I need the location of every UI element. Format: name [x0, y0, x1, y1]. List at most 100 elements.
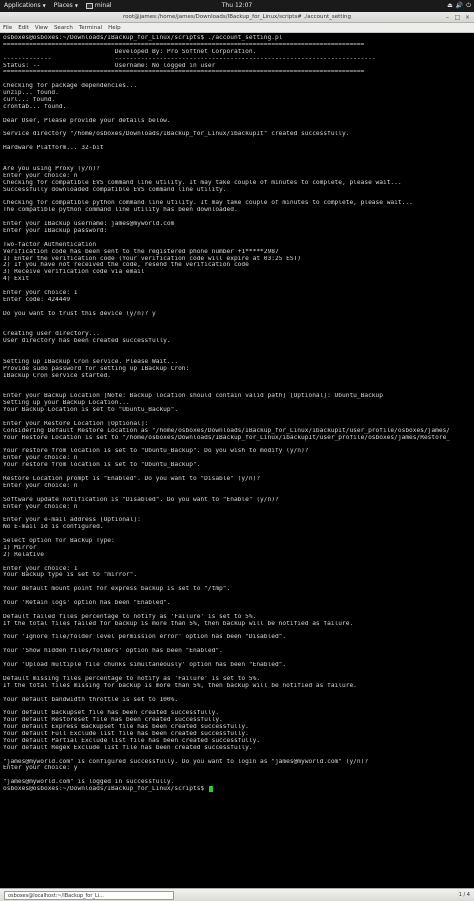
terminal-line: 1) Enter the verification code (Your ver… [3, 255, 302, 262]
terminal-line: Considering Default Restore Location as … [3, 427, 451, 434]
terminal-line: Hardware Platform... 32-bit [3, 145, 104, 152]
terminal-line: No E-mail Id is configured. [3, 524, 104, 531]
maximize-button[interactable]: □ [453, 13, 462, 22]
volume-icon: 🔊 [455, 2, 464, 9]
menu-help[interactable]: Help [105, 23, 124, 32]
terminal-line: Restore Location prompt is "Enabled". Do… [3, 476, 261, 482]
terminal-line: Enter your choice: n [3, 172, 78, 179]
active-app-label: minal [94, 2, 112, 9]
places-menu[interactable]: Places ▼ [50, 0, 82, 12]
terminal-line: Enter your Backup Location [Note: Backup… [3, 393, 383, 400]
terminal-line: Checking for package dependencies... [3, 83, 138, 90]
taskbar-window-terminal[interactable]: osboxes@localhost:~/IBackup_for_Li... [4, 891, 174, 900]
terminal-line: Your 'Upload multiple file chunks simult… [3, 662, 287, 669]
taskbar-window-label: osboxes@localhost:~/IBackup_for_Li... [8, 893, 104, 899]
terminal-line: Enter code: 424449 [3, 296, 71, 303]
minimize-button[interactable]: – [443, 13, 452, 22]
terminal-line: Enter your Restore Location [Optional]: [3, 420, 149, 427]
terminal-line: Enter your choice: 1 [3, 565, 78, 572]
places-label: Places [53, 2, 73, 9]
workspace-switcher[interactable]: 1 / 4 [459, 891, 470, 900]
terminal-line: Your Backup Location is set to "Ubuntu_B… [3, 407, 179, 414]
terminal-line: User directory has been created successf… [3, 338, 171, 345]
menu-terminal[interactable]: Terminal [76, 23, 105, 32]
terminal-line: crontab... found. [3, 103, 67, 110]
active-app-menu[interactable]: minal [82, 0, 116, 12]
terminal-line: 4) Exit [3, 276, 30, 283]
terminal-line: Setting up IBackup Cron service. Please … [3, 358, 179, 365]
terminal-line: The compatible python command line utili… [3, 207, 238, 214]
top-panel: Applications ▼ Places ▼ minal Thu 12:07 … [0, 0, 474, 12]
terminal-line: Two-factor Authentication [3, 241, 97, 248]
terminal-view[interactable]: osboxes@osboxes:~/Downloads/IBackup_for_… [0, 33, 474, 888]
window-titlebar[interactable]: root@james:/home/james/Downloads/IBackup… [0, 12, 474, 23]
terminal-line: Status: -- Username: No logged in user [3, 62, 216, 69]
terminal-line: IBackup Cron service started. [3, 372, 112, 379]
terminal-line: Enter your choice: n [3, 455, 78, 462]
terminal-line: Enter your choice: 1 [3, 289, 78, 296]
terminal-line: Your default Partial Exclude list file h… [3, 737, 261, 744]
terminal-line: Your 'Retain logs' option has been "Enab… [3, 600, 171, 607]
terminal-line: 2) If you have not received the code, re… [3, 262, 249, 269]
terminal-line: Your default Backupset file has been cre… [3, 710, 220, 717]
system-status-area[interactable]: ⏏ 🔊 ⏻ [447, 0, 471, 12]
terminal-line: Your Backup type is set to "mirror". [3, 572, 138, 579]
clock[interactable]: Thu 12:07 [222, 0, 252, 12]
terminal-line: "james@myworld.com" is logged in success… [3, 779, 175, 786]
terminal-line: osboxes@osboxes:~/Downloads/IBackup_for_… [3, 35, 283, 41]
terminal-line: Enter your e-mail address [Optional]: [3, 517, 141, 524]
menu-bar: File Edit View Search Terminal Help [0, 23, 474, 33]
terminal-line: Your default Full Exclude list file has … [3, 730, 249, 737]
terminal-line: Your default mount point for express bac… [3, 586, 231, 593]
terminal-line: Enter your IBackup username: james@mywor… [3, 221, 175, 228]
terminal-prompt-line[interactable]: osboxes@osboxes:~/Downloads/IBackup_for_… [3, 786, 474, 793]
terminal-line: Your default Restoreset file has been cr… [3, 717, 223, 724]
applications-label: Applications [4, 2, 41, 9]
menu-edit[interactable]: Edit [15, 23, 32, 32]
terminal-line: Are you using Proxy (y/n)? [3, 165, 100, 172]
terminal-line: Your default Express Backupset file has … [3, 724, 249, 731]
terminal-line: Checking for compatible python command l… [3, 200, 413, 207]
terminal-output: osboxes@osboxes:~/Downloads/IBackup_for_… [3, 35, 474, 793]
terminal-line: Your restore from location is set to "Ub… [3, 462, 201, 469]
terminal-line: Provide sudo password for setting up IBa… [3, 365, 190, 372]
menu-search[interactable]: Search [51, 23, 76, 32]
chevron-down-icon: ▼ [42, 3, 46, 8]
terminal-line: Your restore from location is set to "Ub… [3, 448, 309, 455]
terminal-cursor [208, 786, 213, 793]
terminal-line: 3) Receive verification code via email [3, 269, 145, 276]
menu-file[interactable]: File [0, 23, 15, 32]
terminal-line: Your Restore Location is set to "/home/o… [3, 434, 451, 441]
terminal-line: If the total files missing for backup is… [3, 682, 357, 689]
applications-menu[interactable]: Applications ▼ [0, 0, 50, 12]
terminal-line: Your 'Show hidden files/folders' option … [3, 648, 223, 655]
menu-view[interactable]: View [32, 23, 51, 32]
terminal-line: Service directory "/home/osboxes/Downloa… [3, 131, 350, 138]
terminal-line: Your default Regex Exclude list file has… [3, 744, 253, 751]
bottom-taskbar: osboxes@localhost:~/IBackup_for_Li... 1 … [0, 888, 474, 901]
terminal-line: Setting up your Backup Location... [3, 400, 130, 407]
terminal-line: 2) Relative [3, 551, 44, 558]
terminal-line: Software update notification is "Disable… [3, 496, 279, 503]
close-button[interactable]: × [463, 13, 472, 22]
